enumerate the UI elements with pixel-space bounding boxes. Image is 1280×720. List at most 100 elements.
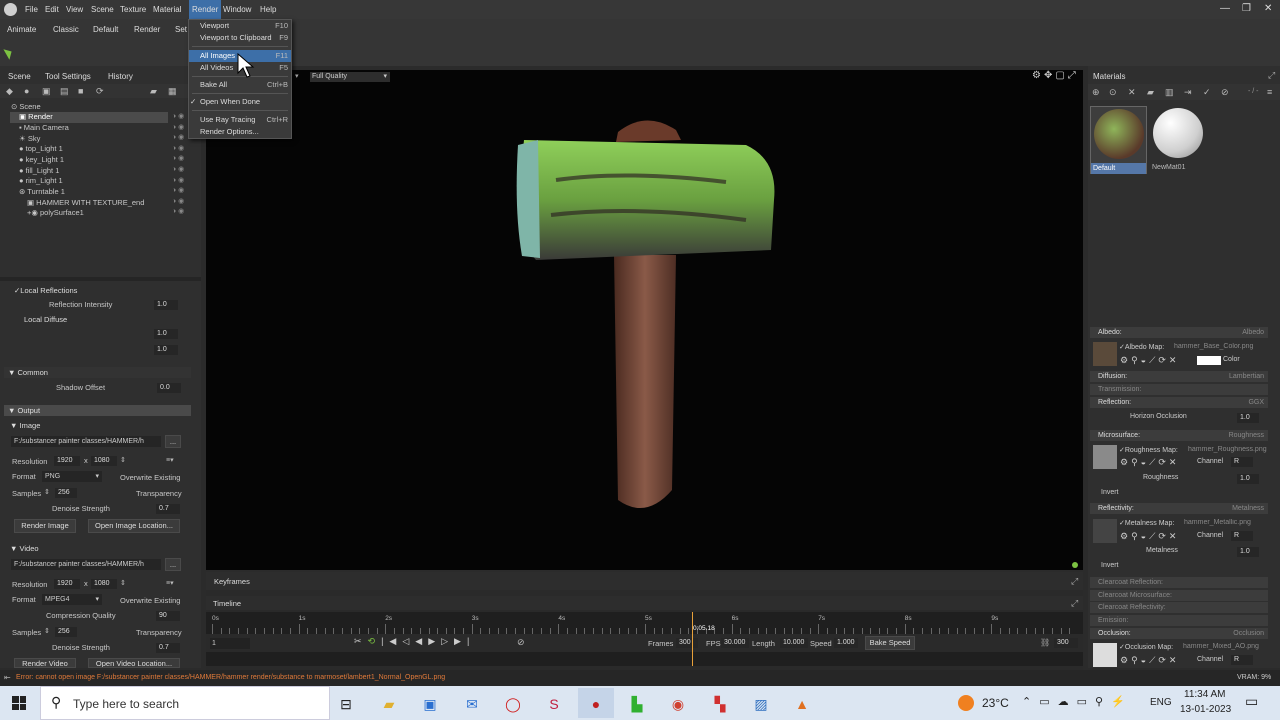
shadow-offset-field[interactable]: 0.0 (157, 383, 181, 393)
menu-item-viewport[interactable]: Viewport F10 (189, 20, 291, 32)
metalness-map-thumbnail[interactable] (1093, 519, 1117, 543)
menu-item-viewport-clipboard[interactable]: Viewport to Clipboard F9 (189, 32, 291, 44)
video-path-field[interactable]: F:/substancer painter classes/HAMMER/h (11, 559, 161, 570)
local-diffuse-field-2[interactable]: 1.0 (154, 345, 178, 355)
image-samples-field[interactable]: 256 (55, 488, 77, 498)
albedo-color-swatch[interactable] (1197, 356, 1221, 365)
export-icon[interactable]: ⇥ (1184, 87, 1192, 97)
tree-item-key-light[interactable]: ● key_Light 1 (19, 155, 64, 165)
minimize-button[interactable]: — (1220, 3, 1230, 14)
tree-item-main-camera[interactable]: ▪ Main Camera (19, 123, 69, 133)
windows-start-icon[interactable] (12, 696, 26, 710)
weather-icon[interactable] (958, 695, 974, 711)
refresh-icon[interactable]: ⟳ (96, 86, 104, 96)
fps-field[interactable]: 30.000 (721, 638, 749, 648)
stepper-icon[interactable]: ⇕ (44, 627, 50, 637)
image-res-width[interactable]: 1920 (54, 456, 80, 466)
select-tool-icon[interactable] (3, 46, 15, 60)
menu-item-open-when-done[interactable]: ✓ Open When Done (189, 96, 291, 108)
menu-view[interactable]: View (66, 5, 83, 14)
clearcoat-reflectivity-header[interactable]: Clearcoat Reflectivity: (1090, 602, 1268, 613)
horizon-occlusion-field[interactable]: 1.0 (1237, 413, 1259, 423)
frame-end-field[interactable]: 300 (1054, 638, 1078, 648)
store-icon[interactable]: ▣ (420, 694, 440, 714)
image-path-field[interactable]: F:/substancer painter classes/HAMMER/h (11, 436, 161, 447)
emission-header[interactable]: Emission: (1090, 615, 1268, 626)
clock-date[interactable]: 13-01-2023 (1180, 704, 1231, 715)
tab-set[interactable]: Set (175, 25, 187, 34)
tab-materials[interactable]: Materials (1093, 72, 1125, 81)
tab-classic[interactable]: Classic (53, 25, 79, 34)
output-section-header[interactable]: ▼ Output (4, 405, 191, 416)
opera-icon[interactable]: ◯ (503, 694, 523, 714)
video-res-height[interactable]: 1080 (91, 579, 117, 589)
mail-icon[interactable]: ✉ (462, 694, 482, 714)
light-icon[interactable]: ◆ (6, 86, 13, 96)
menu-help[interactable]: Help (260, 5, 276, 14)
expand-icon[interactable]: ⤢ (1071, 576, 1078, 587)
occlusion-header[interactable]: Occlusion: Occlusion (1090, 628, 1268, 639)
tree-item-turntable[interactable]: ⊛ Turntable 1 (19, 187, 65, 197)
video-denoise-field[interactable]: 0.7 (156, 643, 180, 653)
expand-icon[interactable]: ⤢ (1071, 598, 1078, 609)
panel-splitter[interactable] (0, 277, 201, 281)
camera-icon[interactable]: ▣ (42, 86, 51, 96)
tab-render[interactable]: Render (134, 25, 160, 34)
duplicate-icon[interactable]: ⊙ (1109, 87, 1117, 97)
microsurface-header[interactable]: Microsurface: Roughness (1090, 430, 1268, 441)
material-default[interactable]: Default (1090, 106, 1147, 174)
vlc-icon[interactable]: ▲ (792, 694, 812, 714)
video-compression-field[interactable]: 90 (156, 611, 180, 621)
timeline-ruler[interactable]: 0s 1s 2s 3s 4s 5s 6s 7s 8s 9s (206, 612, 1083, 634)
menu-material[interactable]: Material (153, 5, 181, 14)
check-icon[interactable]: ✓ (1203, 87, 1211, 97)
trash-icon[interactable]: ▥ (1165, 87, 1174, 97)
tray-icons[interactable]: ⌃▭☁▭⚲⚡ (1022, 695, 1133, 708)
metalness-map-file[interactable]: hammer_Metallic.png (1184, 519, 1264, 526)
roughness-invert[interactable]: Invert (1101, 489, 1119, 496)
diffusion-header[interactable]: Diffusion: Lambertian (1090, 371, 1268, 382)
image-browse-button[interactable]: ... (165, 435, 181, 448)
bake-icon[interactable]: ⊘ (517, 637, 525, 648)
menu-texture[interactable]: Texture (120, 5, 146, 14)
keyframe-track[interactable] (206, 652, 1083, 666)
menu-item-use-ray-tracing[interactable]: Use Ray Tracing Ctrl+R (189, 114, 291, 126)
group-icon[interactable]: ▤ (60, 86, 69, 96)
menu-render[interactable]: Render (189, 0, 222, 19)
copy-icon[interactable]: ▦ (168, 86, 177, 96)
image-section-header[interactable]: ▼ Image (10, 421, 40, 431)
image-transparency-label[interactable]: Transparency (136, 489, 182, 499)
preset-menu-icon[interactable]: ≡▾ (166, 456, 174, 466)
clock-time[interactable]: 11:34 AM (1184, 689, 1226, 700)
tab-timeline[interactable]: Timeline (213, 599, 241, 608)
chrome-icon[interactable]: ◉ (668, 694, 688, 714)
video-section-header[interactable]: ▼ Video (10, 544, 39, 554)
image-format-select[interactable]: PNG ▾ (42, 471, 102, 482)
render-image-button[interactable]: Render Image (14, 519, 76, 533)
video-format-select[interactable]: MPEG4 ▾ (42, 594, 102, 605)
length-field[interactable]: 10.000 (780, 638, 808, 648)
reflection-intensity-field[interactable]: 1.0 (154, 300, 178, 310)
substance-icon[interactable]: S (544, 694, 564, 714)
occlusion-channel-select[interactable]: R (1231, 655, 1253, 665)
timeline-playhead[interactable] (691, 612, 693, 666)
tab-scene[interactable]: Scene (8, 72, 31, 81)
delete-icon[interactable]: ✕ (1128, 87, 1136, 97)
stepper-icon[interactable]: ⇕ (44, 488, 50, 498)
video-samples-field[interactable]: 256 (55, 627, 77, 637)
menu-item-bake-all[interactable]: Bake All Ctrl+B (189, 79, 291, 91)
video-transparency-label[interactable]: Transparency (136, 628, 182, 638)
tab-history[interactable]: History (108, 72, 133, 81)
add-material-icon[interactable]: ⊕ (1092, 87, 1100, 97)
pin-icon[interactable]: ● (24, 86, 29, 96)
metalness-invert[interactable]: Invert (1101, 562, 1119, 569)
menu-icon[interactable]: ≡ (1267, 87, 1272, 97)
metalness-channel-select[interactable]: R (1231, 531, 1253, 541)
common-section-header[interactable]: ▼ Common (4, 367, 191, 378)
tree-item-scene[interactable]: ⊙ Scene (11, 102, 41, 112)
speed-field[interactable]: 1.000 (834, 638, 858, 648)
local-reflections-toggle[interactable]: ✓Local Reflections (14, 286, 77, 296)
app-icon[interactable]: ▚ (710, 694, 730, 714)
reflectivity-header[interactable]: Reflectivity: Metalness (1090, 503, 1268, 514)
file-explorer-icon[interactable]: ▰ (379, 694, 399, 714)
